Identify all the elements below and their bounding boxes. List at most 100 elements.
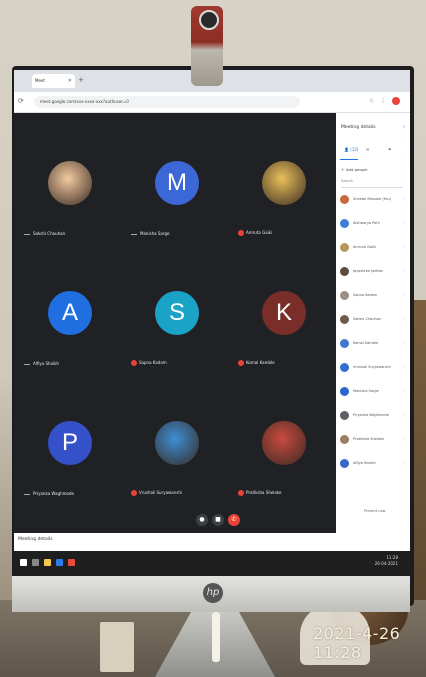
participant-list-name: Pratiksha Shelake bbox=[353, 437, 385, 441]
more-options-icon[interactable]: ⋮ bbox=[402, 292, 406, 297]
participant-tile[interactable]: Pratiksha Shelake bbox=[234, 379, 334, 504]
more-options-icon[interactable]: ⋮ bbox=[402, 316, 406, 321]
reload-icon[interactable]: ⟳ bbox=[18, 97, 26, 105]
more-options-icon[interactable]: ⋮ bbox=[402, 244, 406, 249]
hp-logo: hp bbox=[203, 583, 223, 603]
participant-name: Manisha Sarge bbox=[131, 231, 169, 236]
start-icon[interactable] bbox=[20, 559, 27, 566]
close-icon[interactable]: › bbox=[403, 124, 405, 130]
avatar bbox=[340, 291, 349, 300]
participant-name-text: Sapna Kadam bbox=[139, 360, 167, 365]
stand-highlight bbox=[212, 612, 220, 662]
microphone-icon[interactable]: ● bbox=[196, 514, 208, 526]
panel-tabs: 👤 (12) ✉ ⚑ bbox=[336, 147, 410, 161]
desk-box bbox=[100, 622, 134, 672]
participant-name: Amruta Gaiki bbox=[238, 230, 272, 236]
participant-list-item[interactable]: Pratiksha Shelake ⋮ bbox=[340, 433, 406, 447]
search-icon[interactable] bbox=[32, 559, 39, 566]
participant-list-item[interactable]: Alfiya Shaikh ⋮ bbox=[340, 457, 406, 471]
taskbar-clock[interactable]: 11:28 26-04-2021 bbox=[375, 555, 398, 567]
avatar bbox=[340, 339, 349, 348]
more-options-icon[interactable]: ⋮ bbox=[402, 412, 406, 417]
add-people-button[interactable]: ＋ Add people bbox=[341, 167, 367, 173]
browser-tab[interactable]: Meet ✕ bbox=[32, 74, 75, 88]
more-options-icon[interactable]: ⋮ bbox=[402, 220, 406, 225]
name-separator bbox=[24, 493, 30, 495]
participant-list-item[interactable]: Jayashree Jadhav ⋮ bbox=[340, 265, 406, 279]
participant-list-name: Priyanka Waghmode bbox=[353, 413, 389, 417]
new-tab-icon[interactable]: + bbox=[78, 76, 84, 84]
more-options-icon[interactable]: ⋮ bbox=[402, 340, 406, 345]
avatar bbox=[340, 411, 349, 420]
participant-name-text: Amruta Gaiki bbox=[246, 230, 273, 235]
participant-name: Vrushali Suryawanshi bbox=[131, 490, 182, 496]
mic-off-icon bbox=[131, 490, 137, 496]
participant-tile[interactable]: S Sapna Kadam bbox=[127, 249, 227, 374]
more-options-icon[interactable]: ⋮ bbox=[402, 388, 406, 393]
participant-tile[interactable]: Sakshi Chauhan bbox=[20, 119, 120, 244]
avatar: S bbox=[155, 291, 199, 335]
participant-list-item[interactable]: Sakshi Chauhan ⋮ bbox=[340, 313, 406, 327]
more-options-icon[interactable]: ⋮ bbox=[402, 436, 406, 441]
participant-name-text: Komal Kamble bbox=[246, 360, 275, 365]
avatar bbox=[340, 195, 349, 204]
participant-name-text: Manisha Sarge bbox=[140, 231, 170, 236]
participant-list-name: Sheetal Bhosale (You) bbox=[353, 197, 392, 201]
camera-icon[interactable]: ■ bbox=[212, 514, 224, 526]
panel-title: Meeting details bbox=[341, 125, 376, 130]
more-options-icon[interactable]: ⋮ bbox=[402, 364, 406, 369]
profile-icon[interactable] bbox=[392, 97, 400, 105]
participant-list-item[interactable]: Sapna Kadam ⋮ bbox=[340, 289, 406, 303]
participant-list-item[interactable]: Priyanka Waghmode ⋮ bbox=[340, 409, 406, 423]
participant-list-name: Sakshi Chauhan bbox=[353, 317, 382, 321]
participant-list-item[interactable]: Amruta Gaiki ⋮ bbox=[340, 241, 406, 255]
participant-tile[interactable]: Amruta Gaiki bbox=[234, 119, 334, 244]
name-separator bbox=[24, 233, 30, 235]
end-call-button[interactable]: ✆ bbox=[228, 514, 240, 526]
close-icon[interactable]: ✕ bbox=[68, 74, 72, 88]
meeting-details-panel: Meeting details › 👤 (12) ✉ ⚑ ＋ Add peopl… bbox=[336, 113, 410, 533]
avatar: A bbox=[48, 291, 92, 335]
participant-list-item[interactable]: Komal Kamble ⋮ bbox=[340, 337, 406, 351]
participant-name-text: Alfiya Shaikh bbox=[33, 361, 59, 366]
avatar bbox=[340, 243, 349, 252]
url-field[interactable]: meet.google.com/xxx-xxxx-xxx?authuser=0 bbox=[34, 96, 300, 108]
folder-icon[interactable] bbox=[44, 559, 51, 566]
activities-icon[interactable]: ⚑ bbox=[388, 147, 392, 152]
participant-name: Priyanka Waghmode bbox=[24, 491, 74, 496]
windows-taskbar: 11:28 26-04-2021 bbox=[14, 551, 410, 576]
tab-people[interactable]: 👤 (12) bbox=[344, 147, 358, 152]
participant-name: Sapna Kadam bbox=[131, 360, 167, 366]
participant-tile[interactable]: Vrushali Suryawanshi bbox=[127, 379, 227, 504]
more-options-icon[interactable]: ⋮ bbox=[402, 460, 406, 465]
participant-name-text: Sakshi Chauhan bbox=[33, 231, 66, 236]
participant-list-item[interactable]: Sheetal Bhosale (You) ⋮ bbox=[340, 193, 406, 207]
avatar bbox=[340, 363, 349, 372]
participant-tile[interactable]: A Alfiya Shaikh bbox=[20, 249, 120, 374]
webcam-lens bbox=[199, 10, 219, 30]
participant-list-name: Aishwarya Patil bbox=[353, 221, 380, 225]
profile-photo bbox=[155, 421, 199, 465]
participant-name: Sakshi Chauhan bbox=[24, 231, 65, 236]
chat-icon[interactable]: ✉ bbox=[366, 147, 369, 152]
more-options-icon[interactable]: ⋮ bbox=[402, 196, 406, 201]
browser-address-bar: ⟳ meet.google.com/xxx-xxxx-xxx?authuser=… bbox=[14, 92, 410, 113]
participant-search-input[interactable]: Search bbox=[341, 179, 403, 188]
avatar: K bbox=[262, 291, 306, 335]
participant-name-text: Pratiksha Shelake bbox=[246, 490, 282, 495]
meeting-details-button[interactable]: Meeting details bbox=[18, 537, 53, 542]
participant-list-name: Sapna Kadam bbox=[353, 293, 378, 297]
more-options-icon[interactable]: ⋮ bbox=[402, 268, 406, 273]
participant-tile[interactable]: P Priyanka Waghmode bbox=[20, 379, 120, 504]
participant-list-name: Vrushali Suryawanshi bbox=[353, 365, 391, 369]
chrome-icon[interactable] bbox=[68, 559, 75, 566]
participant-list-item[interactable]: Manisha Sarge ⋮ bbox=[340, 385, 406, 399]
tab-label: Meet bbox=[35, 78, 45, 83]
participant-list-item[interactable]: Vrushali Suryawanshi ⋮ bbox=[340, 361, 406, 375]
participant-tile[interactable]: K Komal Kamble bbox=[234, 249, 334, 374]
participant-tile[interactable]: M Manisha Sarge bbox=[127, 119, 227, 244]
present-now-button[interactable]: Present now bbox=[364, 509, 385, 513]
browser-toolbar-icons[interactable]: ☆ ⋮ bbox=[369, 97, 400, 105]
edge-icon[interactable] bbox=[56, 559, 63, 566]
participant-list-item[interactable]: Aishwarya Patil ⋮ bbox=[340, 217, 406, 231]
